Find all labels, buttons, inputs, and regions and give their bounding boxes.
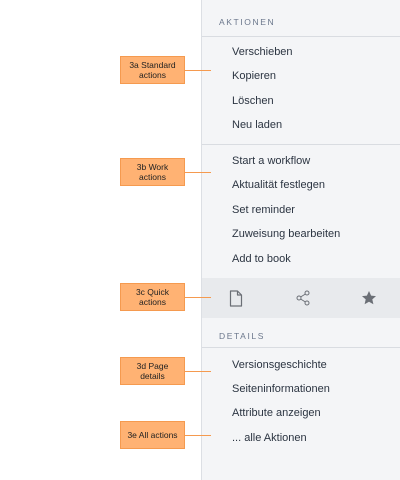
menu-item-start-workflow[interactable]: Start a workflow — [232, 154, 310, 168]
divider — [202, 36, 400, 37]
menu-item-version-history[interactable]: Versionsgeschichte — [232, 358, 327, 372]
callout-label: 3a Standard actions — [129, 60, 176, 80]
actions-panel: AKTIONEN Verschieben Kopieren Löschen Ne… — [201, 0, 400, 480]
callout-label: 3e All actions — [127, 430, 178, 440]
menu-item-copy[interactable]: Kopieren — [232, 69, 276, 83]
menu-item-add-to-book[interactable]: Add to book — [232, 252, 291, 266]
callout-label: 3c Quick actions — [135, 287, 170, 307]
divider — [202, 347, 400, 348]
menu-item-move[interactable]: Verschieben — [232, 45, 293, 59]
divider — [202, 144, 400, 145]
quick-actions-bar — [202, 278, 400, 318]
callout-standard-actions: 3a Standard actions — [120, 56, 185, 84]
callout-all-actions: 3e All actions — [120, 421, 185, 449]
star-icon[interactable] — [359, 288, 379, 308]
menu-item-edit-assignment[interactable]: Zuweisung bearbeiten — [232, 227, 340, 241]
share-icon[interactable] — [293, 288, 313, 308]
menu-item-reload[interactable]: Neu laden — [232, 118, 282, 132]
menu-item-delete[interactable]: Löschen — [232, 94, 274, 108]
menu-item-all-actions[interactable]: ... alle Aktionen — [232, 431, 307, 445]
callout-page-details: 3d Page details — [120, 357, 185, 385]
callout-quick-actions: 3c Quick actions — [120, 283, 185, 311]
callout-leader-line — [185, 435, 211, 436]
menu-item-set-actuality[interactable]: Aktualität festlegen — [232, 178, 325, 192]
actions-section-header: AKTIONEN — [219, 17, 276, 27]
callout-leader-line — [185, 70, 211, 71]
menu-item-show-attributes[interactable]: Attribute anzeigen — [232, 406, 321, 420]
callout-leader-line — [185, 371, 211, 372]
callout-work-actions: 3b Work actions — [120, 158, 185, 186]
menu-item-page-info[interactable]: Seiteninformationen — [232, 382, 330, 396]
menu-item-set-reminder[interactable]: Set reminder — [232, 203, 295, 217]
document-icon[interactable] — [226, 288, 246, 308]
callout-label: 3b Work actions — [136, 162, 169, 182]
callout-leader-line — [185, 297, 211, 298]
callout-label: 3d Page details — [136, 361, 169, 381]
details-section-header: DETAILS — [219, 331, 265, 341]
callout-leader-line — [185, 172, 211, 173]
